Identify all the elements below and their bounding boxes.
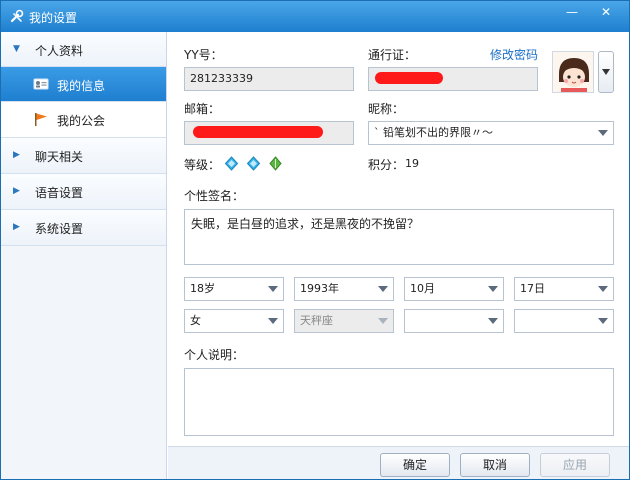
chevron-right-icon: ▶ — [13, 186, 20, 196]
title-bar[interactable]: 我的设置 — ✕ — [1, 1, 629, 32]
sidebar-group-label: 个人资料 — [35, 44, 84, 58]
level-label: 等级： — [184, 158, 221, 172]
tools-icon — [10, 9, 24, 23]
close-button[interactable]: ✕ — [595, 5, 617, 21]
caret-down-icon — [268, 318, 278, 324]
sidebar-item-my-guild[interactable]: 我的公会 — [1, 102, 166, 138]
flag-icon — [35, 113, 47, 126]
sidebar-group-system[interactable]: ▶ 系统设置 — [1, 210, 166, 246]
email-field — [184, 121, 354, 145]
age-select[interactable]: 18岁 — [184, 277, 284, 301]
signature-input[interactable]: 失眠，是白昼的追求，还是黑夜的不挽留？ — [184, 209, 614, 265]
nickname-label: 昵称： — [368, 102, 405, 116]
caret-down-icon — [378, 318, 388, 324]
id-card-icon — [33, 78, 49, 90]
sidebar-group-profile[interactable]: ▼ 个人资料 — [1, 32, 166, 67]
birth-year-select[interactable]: 1993年 — [294, 277, 394, 301]
sidebar-group-chat[interactable]: ▶ 聊天相关 — [1, 138, 166, 174]
button-bar: 确定 取消 应用 — [168, 446, 629, 479]
caret-down-icon — [598, 130, 608, 136]
zodiac-value: 天秤座 — [300, 314, 333, 327]
profile-panel: YY号： 281233339 通行证： 修改密码 邮箱： 昵称： ˋ 铅笔划不出… — [168, 32, 629, 446]
caret-down-icon — [268, 286, 278, 292]
city-select[interactable] — [514, 309, 614, 333]
caret-down-icon — [598, 318, 608, 324]
sidebar-group-label: 语音设置 — [35, 186, 84, 200]
caret-down-icon — [488, 318, 498, 324]
sidebar-group-voice[interactable]: ▶ 语音设置 — [1, 174, 166, 210]
gender-value: 女 — [190, 314, 201, 327]
sidebar-item-label: 我的公会 — [57, 114, 106, 128]
caret-down-icon — [602, 69, 610, 75]
province-select[interactable] — [404, 309, 504, 333]
apply-button: 应用 — [540, 453, 610, 477]
birth-day-select[interactable]: 17日 — [514, 277, 614, 301]
signature-label: 个性签名： — [184, 189, 245, 203]
avatar-image — [553, 52, 593, 92]
sidebar-item-my-info[interactable]: 我的信息 — [1, 67, 166, 102]
avatar-dropdown-button[interactable] — [598, 51, 614, 93]
diamond-icon — [224, 156, 239, 171]
redaction-mark — [375, 72, 443, 84]
sidebar-item-label: 我的信息 — [57, 79, 106, 93]
zodiac-select: 天秤座 — [294, 309, 394, 333]
nickname-input[interactable]: ˋ 铅笔划不出的界限〃～ — [368, 121, 614, 145]
points-label: 积分： — [368, 158, 405, 172]
birth-year-value: 1993年 — [300, 282, 339, 295]
gender-select[interactable]: 女 — [184, 309, 284, 333]
cancel-button[interactable]: 取消 — [460, 453, 530, 477]
sidebar-group-label: 聊天相关 — [35, 150, 84, 164]
chevron-right-icon: ▶ — [13, 222, 20, 232]
sidebar: ▼ 个人资料 我的信息 我的公会 ▶ 聊天相关 ▶ 语音设置 ▶ 系统设置 — [1, 32, 167, 479]
birth-month-value: 10月 — [410, 282, 435, 295]
redaction-mark — [193, 126, 323, 138]
chevron-down-icon: ▼ — [13, 44, 20, 54]
points-value: 19 — [405, 157, 419, 170]
caret-down-icon — [598, 286, 608, 292]
yy-number-label: YY号： — [184, 48, 223, 62]
description-label: 个人说明： — [184, 348, 245, 362]
settings-window: 我的设置 — ✕ ▼ 个人资料 我的信息 我的公会 ▶ 聊天相关 ▶ 语音设置 … — [0, 0, 630, 480]
ok-button[interactable]: 确定 — [380, 453, 450, 477]
passport-label: 通行证： — [368, 48, 417, 62]
window-title: 我的设置 — [29, 11, 78, 25]
change-password-link[interactable]: 修改密码 — [490, 46, 538, 63]
minimize-button[interactable]: — — [561, 5, 583, 21]
birth-day-value: 17日 — [520, 282, 545, 295]
avatar[interactable] — [552, 51, 594, 93]
caret-down-icon — [488, 286, 498, 292]
level-badges — [224, 156, 286, 172]
email-label: 邮箱： — [184, 102, 221, 116]
passport-field — [368, 67, 538, 91]
nickname-value: ˋ 铅笔划不出的界限〃～ — [374, 126, 493, 139]
age-value: 18岁 — [190, 282, 215, 295]
chevron-right-icon: ▶ — [13, 150, 20, 160]
yy-number-field: 281233339 — [184, 67, 354, 91]
sidebar-group-label: 系统设置 — [35, 222, 84, 236]
description-input[interactable] — [184, 368, 614, 436]
diamond-icon — [246, 156, 261, 171]
leaf-icon — [268, 156, 283, 171]
caret-down-icon — [378, 286, 388, 292]
birth-month-select[interactable]: 10月 — [404, 277, 504, 301]
